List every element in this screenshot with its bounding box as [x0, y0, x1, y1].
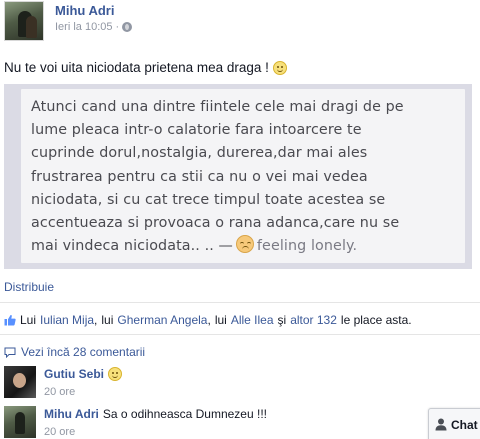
feeling-text: feeling lonely.: [256, 238, 358, 255]
quote-card: Atunci cand una dintre fiintele cele mai…: [21, 89, 465, 263]
divider: [0, 302, 480, 303]
likes-prefix: Lui: [20, 313, 37, 327]
comment-time[interactable]: 20 ore: [44, 426, 75, 438]
thumbs-up-icon[interactable]: [4, 314, 16, 326]
shared-photo[interactable]: Atunci cand una dintre fiintele cele mai…: [4, 84, 472, 269]
post-status-text: Nu te voi uita niciodata prietena mea dr…: [4, 60, 287, 75]
meta-separator: ·: [115, 21, 120, 33]
commenter-name[interactable]: Mihu Adri: [44, 407, 99, 421]
divider: [0, 334, 480, 335]
post-header: Mihu Adri Ieri la 10:05 ·: [0, 0, 480, 48]
chat-label: Chat: [451, 417, 478, 432]
commenter-avatar[interactable]: [4, 406, 36, 438]
share-button[interactable]: Distribuie: [4, 280, 54, 294]
post-meta: Ieri la 10:05 ·: [55, 21, 133, 33]
comment-text: Sa o odihneasca Dumnezeu !!!: [102, 407, 267, 421]
author-avatar[interactable]: [4, 1, 44, 41]
like-person-link[interactable]: Alle Ilea: [231, 313, 274, 327]
chat-tab[interactable]: Chat: [428, 408, 480, 439]
view-more-comments-label: Vezi încă 28 comentarii: [21, 345, 146, 359]
like-person-link[interactable]: Gherman Angela: [117, 313, 207, 327]
view-more-comments-link[interactable]: Vezi încă 28 comentarii: [4, 345, 145, 359]
commenter-avatar[interactable]: [4, 366, 36, 398]
smile-emoji-icon: [272, 60, 287, 75]
likes-summary: Lui Iulian Mija, lui Gherman Angela, lui…: [4, 313, 412, 327]
comment-item: Mihu Adri Sa o odihneasca Dumnezeu !!! 2…: [4, 406, 480, 439]
chat-person-icon: [435, 418, 447, 431]
comment-item: Gutiu Sebi 20 ore: [4, 366, 480, 402]
comment-header: Gutiu Sebi: [44, 367, 122, 381]
likes-separator: ,: [94, 313, 98, 327]
post-timestamp[interactable]: Ieri la 10:05: [55, 21, 112, 33]
post-author-name[interactable]: Mihu Adri: [55, 3, 114, 18]
likes-lui: lui: [214, 313, 227, 327]
quote-body: Atunci cand una dintre fiintele cele mai…: [31, 99, 404, 255]
comment-time[interactable]: 20 ore: [44, 386, 75, 398]
likes-separator: ,: [207, 313, 211, 327]
likes-suffix: le place asta.: [340, 313, 412, 327]
likes-others-link[interactable]: altor 132: [290, 313, 337, 327]
globe-icon[interactable]: [122, 22, 133, 32]
status-text-content: Nu te voi uita niciodata prietena mea dr…: [4, 60, 269, 75]
quote-text: Atunci cand una dintre fiintele cele mai…: [31, 96, 459, 258]
likes-conjunction: şi: [277, 313, 287, 327]
like-person-link[interactable]: Iulian Mija: [40, 313, 94, 327]
sad-face-icon: [235, 235, 254, 254]
comment-bubble-icon: [4, 347, 16, 358]
smile-emoji-icon: [108, 367, 122, 381]
likes-lui: lui: [101, 313, 114, 327]
commenter-name[interactable]: Gutiu Sebi: [44, 367, 104, 381]
comment-header: Mihu Adri Sa o odihneasca Dumnezeu !!!: [44, 407, 267, 421]
